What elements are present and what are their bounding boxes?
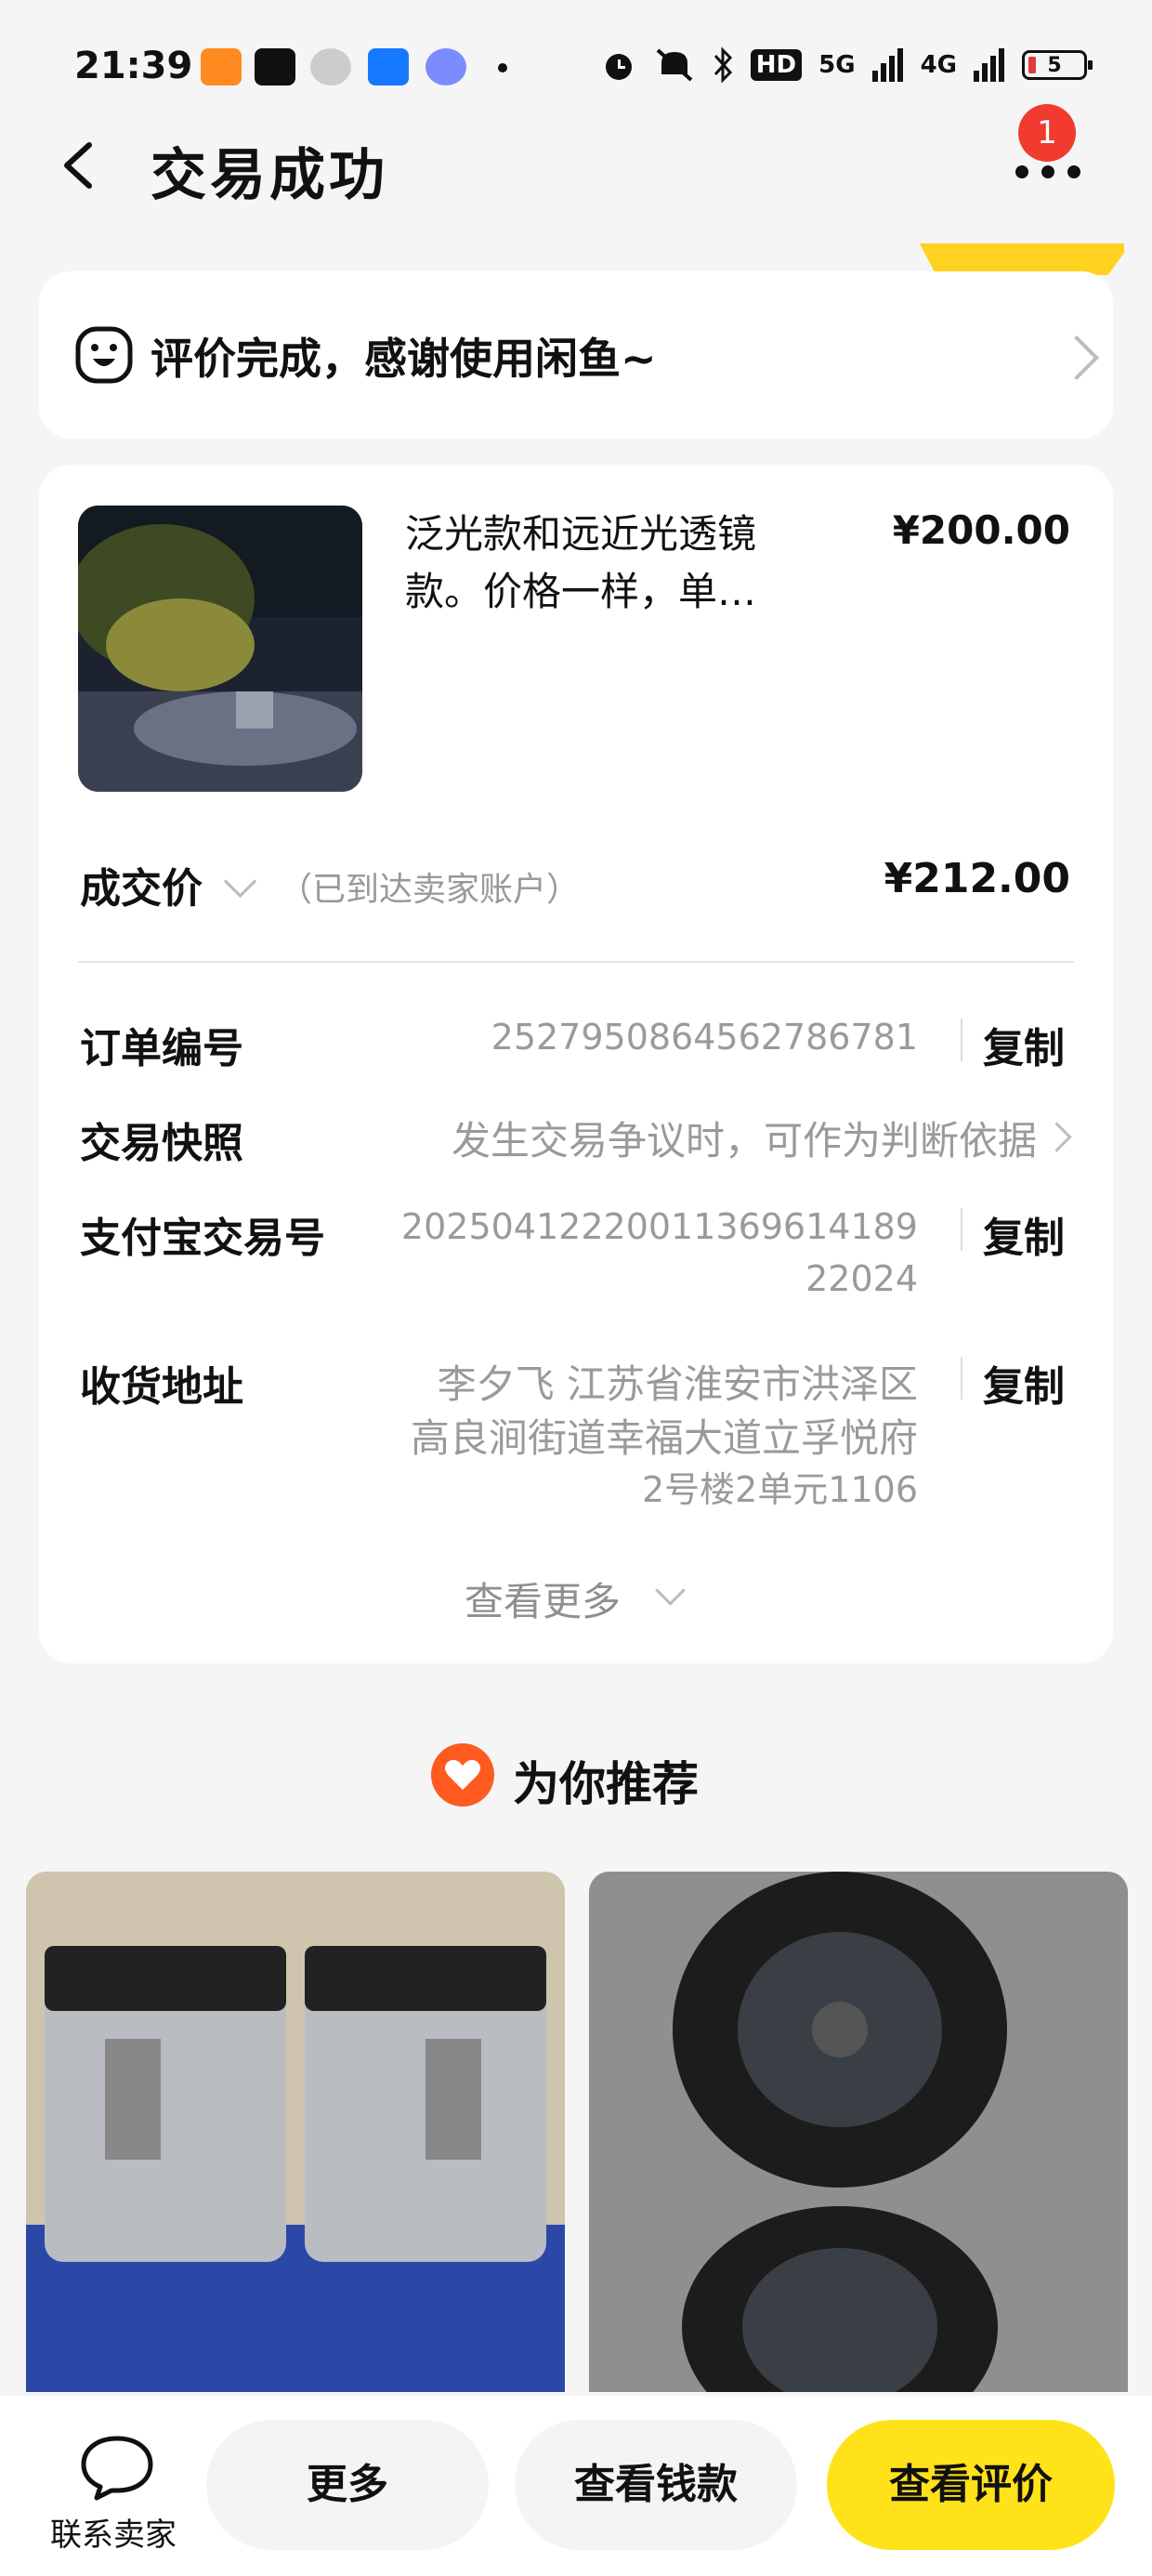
- status-time: 21:39: [74, 45, 193, 87]
- see-more-button[interactable]: 查看更多: [465, 1571, 621, 1627]
- status-indicators: HD 5G 4G 5: [600, 46, 1093, 84]
- more-button[interactable]: 更多: [206, 2420, 489, 2550]
- copy-separator: [961, 1357, 962, 1400]
- bluetooth-icon: [713, 46, 732, 84]
- page-title: 交易成功: [151, 143, 388, 208]
- address-line1: 李夕飞 江苏省淮安市洪泽区: [437, 1361, 918, 1407]
- alipay-trade-value-line2: 22024: [805, 1258, 918, 1299]
- alarm-icon: [605, 54, 632, 80]
- recommend-title: 为你推荐: [513, 1757, 699, 1811]
- wheels-photo: [589, 1872, 1128, 2392]
- app-notification-icon: [201, 48, 242, 85]
- order-number-label: 订单编号: [80, 1025, 243, 1072]
- notification-badge: 1: [1018, 104, 1076, 162]
- address-line2: 高良涧街道幸福大道立孚悦府: [410, 1415, 918, 1461]
- copy-address-button[interactable]: 复制: [983, 1353, 1065, 1413]
- address-line3: 2号楼2单元1106: [641, 1469, 918, 1510]
- copy-separator: [961, 1208, 962, 1251]
- contact-seller-label[interactable]: 联系卖家: [50, 2509, 177, 2555]
- address-label: 收货地址: [80, 1363, 243, 1411]
- hd-icon: HD: [750, 49, 803, 81]
- more-options-icon[interactable]: [1013, 158, 1083, 186]
- mute-icon: [656, 48, 693, 82]
- product-title[interactable]: 泛光款和远近光透镜款。价格一样，单…: [405, 506, 832, 621]
- decorative-ribbon: [920, 243, 1124, 275]
- luggage-case-photo: [26, 1872, 565, 2392]
- copy-alipay-number-button[interactable]: 复制: [983, 1204, 1065, 1264]
- signal-bars-icon: [871, 48, 903, 82]
- divider: [78, 961, 1074, 963]
- copy-separator: [961, 1019, 962, 1061]
- view-review-button[interactable]: 查看评价: [827, 2420, 1115, 2550]
- copy-order-number-button[interactable]: 复制: [983, 1015, 1065, 1074]
- deal-price-value: ¥212.00: [884, 855, 1070, 902]
- capcut-icon: [255, 48, 295, 85]
- alipay-trade-label: 支付宝交易号: [80, 1215, 325, 1262]
- app-notification-icon-2: [425, 48, 466, 85]
- view-money-button[interactable]: 查看钱款: [515, 2420, 797, 2550]
- signal-bars-icon-2: [974, 48, 1004, 82]
- alipay-icon: [368, 48, 409, 85]
- avatar-notification-icon: [310, 48, 351, 85]
- heart-icon: [431, 1743, 494, 1807]
- battery-level: 5: [1047, 53, 1062, 77]
- deal-price-note: （已到达卖家账户）: [279, 871, 581, 909]
- deal-price-label: 成交价: [80, 865, 203, 913]
- recommend-item-image[interactable]: [26, 1872, 565, 2392]
- alipay-trade-value-line1: 2025041222001136961418​9: [400, 1206, 918, 1247]
- signal-4g-icon: 4G: [920, 51, 957, 79]
- snapshot-label: 交易快照: [80, 1120, 243, 1167]
- signal-5g-icon: 5G: [818, 51, 856, 79]
- product-price: ¥200.00: [892, 507, 1070, 553]
- chat-bubble-icon[interactable]: [78, 2433, 156, 2502]
- snapshot-value[interactable]: 发生交易争议时，可作为判断依据: [452, 1110, 1037, 1166]
- battery-icon: 5: [1022, 50, 1093, 80]
- order-number-value: 2527950864562786781: [491, 1017, 918, 1058]
- recommend-item-image[interactable]: [589, 1872, 1128, 2392]
- smile-face-icon: [75, 326, 133, 384]
- product-image[interactable]: [78, 506, 362, 792]
- product-photo: [78, 506, 362, 792]
- review-banner-text: 评价完成，感谢使用闲鱼~: [151, 334, 657, 384]
- more-notifications-dot: [498, 63, 507, 72]
- back-icon[interactable]: [54, 139, 106, 191]
